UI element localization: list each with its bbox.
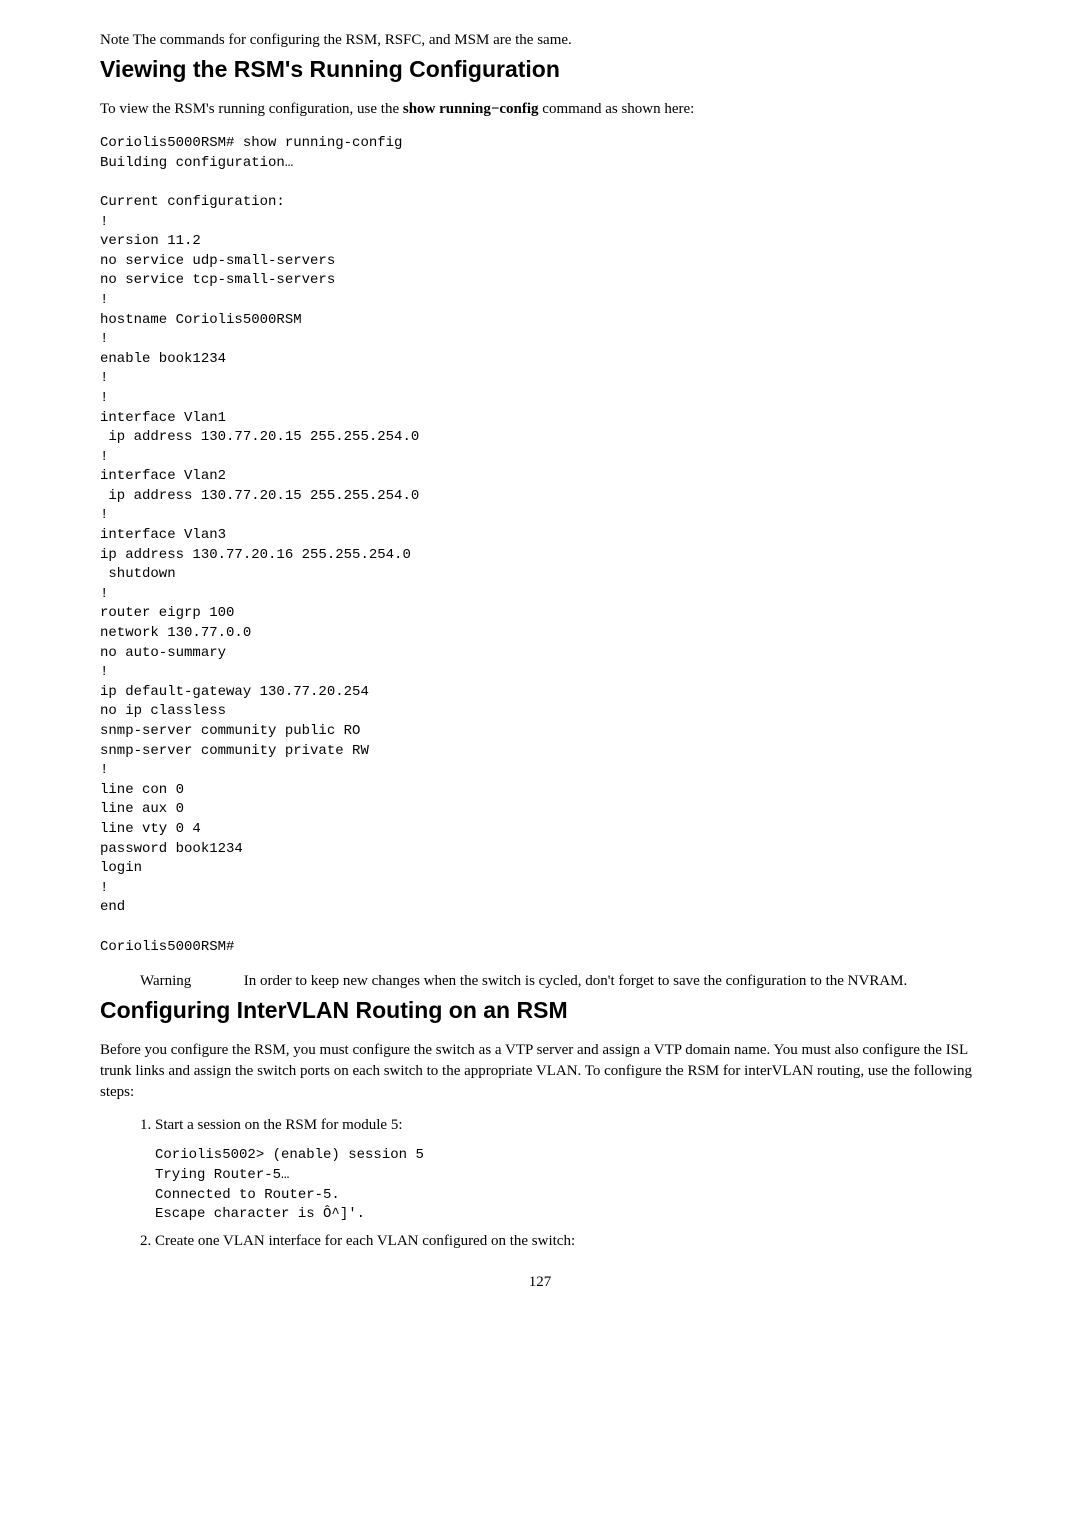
note-line: Note The commands for configuring the RS… [100, 30, 980, 51]
intro-pre: To view the RSM's running configuration,… [100, 101, 403, 117]
warning-label: Warning [140, 971, 240, 992]
intro-post: command as shown here: [539, 101, 695, 117]
step-text: Create one VLAN interface for each VLAN … [155, 1233, 575, 1249]
section1-heading: Viewing the RSM's Running Configuration [100, 53, 980, 85]
note-text: The commands for configuring the RSM, RS… [133, 32, 572, 48]
intro-bold: show running−config [403, 101, 539, 117]
section2-heading: Configuring InterVLAN Routing on an RSM [100, 994, 980, 1026]
page-number: 127 [100, 1272, 980, 1293]
step-item: Create one VLAN interface for each VLAN … [155, 1231, 980, 1252]
step-item: Start a session on the RSM for module 5:… [155, 1115, 980, 1224]
steps-list: Start a session on the RSM for module 5:… [100, 1115, 980, 1251]
step-text: Start a session on the RSM for module 5: [155, 1117, 403, 1133]
section1-code: Coriolis5000RSM# show running-config Bui… [100, 134, 980, 957]
warning-text: In order to keep new changes when the sw… [244, 971, 974, 992]
warning-block: Warning In order to keep new changes whe… [140, 971, 980, 992]
step-code: Coriolis5002> (enable) session 5 Trying … [155, 1146, 980, 1224]
section2-para: Before you configure the RSM, you must c… [100, 1040, 980, 1103]
note-label: Note [100, 32, 129, 48]
section1-intro: To view the RSM's running configuration,… [100, 99, 980, 120]
